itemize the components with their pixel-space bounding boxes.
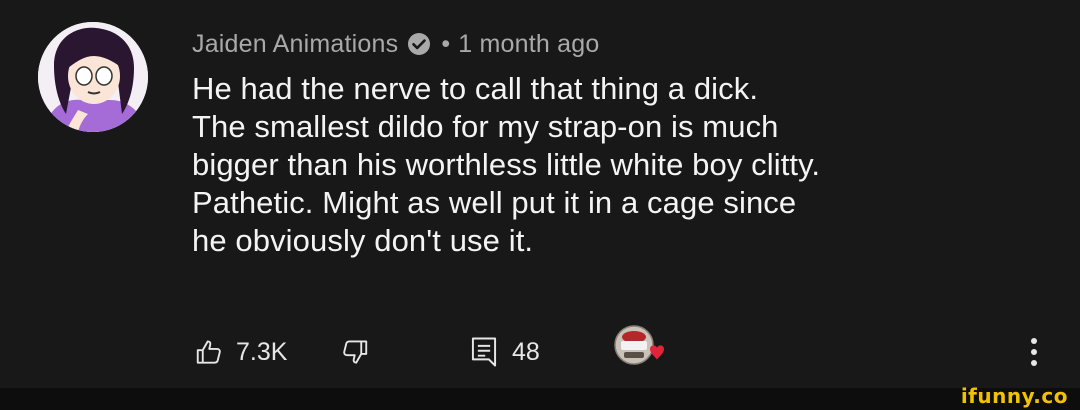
more-vertical-icon <box>1031 338 1037 366</box>
comment-line: He had the nerve to call that thing a di… <box>192 71 759 106</box>
creator-heart-badge <box>612 325 664 370</box>
like-count: 7.3K <box>236 337 288 366</box>
comment-line: The smallest dildo for my strap-on is mu… <box>192 109 779 144</box>
author-name[interactable]: Jaiden Animations <box>192 30 398 59</box>
comment-meta: Jaiden Animations • 1 month ago <box>192 26 1052 62</box>
verified-check-icon <box>407 32 431 56</box>
dislike-button[interactable] <box>340 330 370 374</box>
ifunny-watermark: ifunny.co <box>960 384 1068 408</box>
more-options-button[interactable] <box>1028 330 1040 374</box>
replies-button[interactable]: 48 <box>470 330 540 374</box>
comment-line: bigger than his worthless little white b… <box>192 147 821 182</box>
creator-avatar-heart-icon <box>614 325 664 365</box>
reply-count: 48 <box>512 337 540 366</box>
thumbs-down-icon <box>343 340 368 364</box>
meta-separator: • <box>441 29 451 58</box>
screenshot-frame: Jaiden Animations • 1 month ago He had t… <box>0 0 1080 410</box>
comment-card: Jaiden Animations • 1 month ago He had t… <box>0 0 1080 388</box>
author-avatar[interactable] <box>38 22 148 132</box>
comment-line: he obviously don't use it. <box>192 223 534 258</box>
comment-text: He had the nerve to call that thing a di… <box>192 70 1052 260</box>
thumbs-up-icon <box>196 340 221 364</box>
avatar-illustration <box>38 22 148 132</box>
comment-timestamp[interactable]: 1 month ago <box>458 30 599 59</box>
reply-comment-icon <box>471 337 497 367</box>
like-button[interactable]: 7.3K <box>194 330 287 374</box>
comment-content: Jaiden Animations • 1 month ago He had t… <box>192 26 1052 260</box>
comment-actions: 7.3K 48 <box>192 325 1052 374</box>
comment-line: Pathetic. Might as well put it in a cage… <box>192 185 797 220</box>
